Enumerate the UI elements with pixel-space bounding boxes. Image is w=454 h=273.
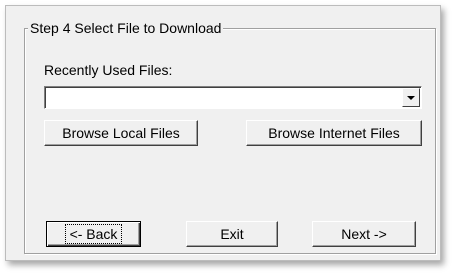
back-button-label: <- Back (64, 224, 123, 244)
exit-button[interactable]: Exit (186, 221, 278, 247)
recent-files-dropdown[interactable] (44, 86, 422, 109)
browse-local-files-button[interactable]: Browse Local Files (44, 120, 198, 146)
recent-files-label: Recently Used Files: (44, 62, 173, 78)
dialog-window: Step 4 Select File to Download Recently … (5, 5, 441, 261)
back-button[interactable]: <- Back (46, 221, 141, 247)
browse-internet-files-button[interactable]: Browse Internet Files (246, 120, 422, 146)
next-button[interactable]: Next -> (312, 221, 416, 247)
groupbox-title: Step 4 Select File to Download (28, 20, 224, 36)
chevron-down-icon[interactable] (402, 88, 420, 107)
